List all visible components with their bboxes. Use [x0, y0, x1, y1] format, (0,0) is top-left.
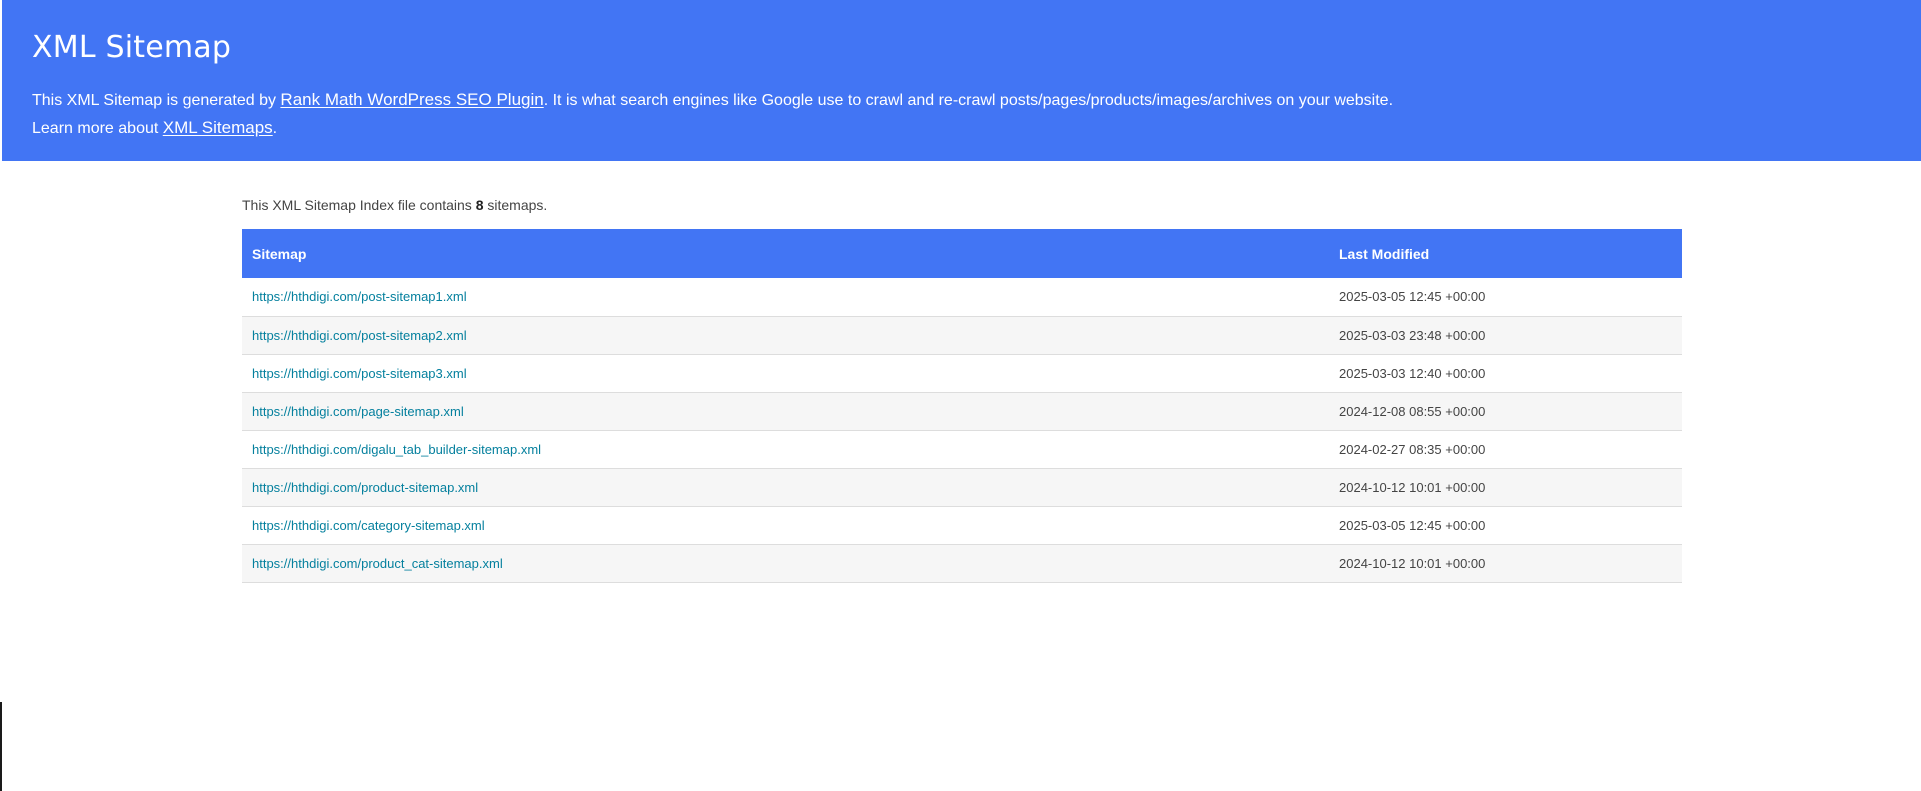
- page-title: XML Sitemap: [32, 30, 232, 65]
- column-header-last-modified: Last Modified: [1339, 245, 1430, 262]
- last-modified-cell: 2025-03-05 12:45 +00:00: [1339, 289, 1486, 305]
- sitemap-table: Sitemap Last Modified https://hthdigi.co…: [242, 229, 1682, 583]
- sitemap-link[interactable]: https://hthdigi.com/post-sitemap2.xml: [252, 328, 467, 343]
- learn-more-suffix: .: [272, 120, 278, 137]
- rank-math-plugin-link[interactable]: Rank Math WordPress SEO Plugin: [280, 90, 543, 109]
- last-modified-cell: 2024-10-12 10:01 +00:00: [1339, 479, 1486, 495]
- header-description: This XML Sitemap is generated by Rank Ma…: [32, 86, 1921, 142]
- last-modified-cell: 2025-03-05 12:45 +00:00: [1339, 517, 1486, 533]
- table-row: https://hthdigi.com/post-sitemap3.xml 20…: [242, 354, 1682, 392]
- sitemap-link[interactable]: https://hthdigi.com/product-sitemap.xml: [252, 480, 478, 495]
- window-edge-mark: [0, 702, 2, 791]
- sitemap-link[interactable]: https://hthdigi.com/page-sitemap.xml: [252, 404, 464, 419]
- description-text-continued: . It is what search engines like Google …: [543, 92, 1394, 109]
- learn-more-text: Learn more about: [32, 120, 163, 137]
- last-modified-cell: 2024-12-08 08:55 +00:00: [1339, 403, 1486, 419]
- sitemap-summary: This XML Sitemap Index file contains 8 s…: [242, 192, 1682, 218]
- sitemap-link[interactable]: https://hthdigi.com/post-sitemap3.xml: [252, 366, 467, 381]
- summary-suffix: sitemaps.: [483, 197, 548, 213]
- table-row: https://hthdigi.com/product-sitemap.xml …: [242, 468, 1682, 506]
- summary-prefix: This XML Sitemap Index file contains: [242, 197, 476, 213]
- table-row: https://hthdigi.com/digalu_tab_builder-s…: [242, 430, 1682, 468]
- table-row: https://hthdigi.com/post-sitemap2.xml 20…: [242, 316, 1682, 354]
- xml-sitemaps-link[interactable]: XML Sitemaps: [163, 118, 273, 137]
- column-header-sitemap: Sitemap: [252, 245, 307, 262]
- table-row: https://hthdigi.com/product_cat-sitemap.…: [242, 544, 1682, 582]
- sitemap-link[interactable]: https://hthdigi.com/digalu_tab_builder-s…: [252, 442, 541, 457]
- table-row: https://hthdigi.com/category-sitemap.xml…: [242, 506, 1682, 544]
- sitemap-link[interactable]: https://hthdigi.com/category-sitemap.xml: [252, 518, 485, 533]
- description-text: This XML Sitemap is generated by: [32, 92, 281, 109]
- sitemap-count: 8: [475, 197, 484, 213]
- last-modified-cell: 2024-10-12 10:01 +00:00: [1339, 555, 1486, 571]
- table-row: https://hthdigi.com/post-sitemap1.xml 20…: [242, 278, 1682, 316]
- last-modified-cell: 2025-03-03 12:40 +00:00: [1339, 365, 1486, 381]
- table-row: https://hthdigi.com/page-sitemap.xml 202…: [242, 392, 1682, 430]
- sitemap-link[interactable]: https://hthdigi.com/product_cat-sitemap.…: [252, 556, 503, 571]
- table-header-row: Sitemap Last Modified: [242, 229, 1682, 278]
- sitemap-link[interactable]: https://hthdigi.com/post-sitemap1.xml: [252, 289, 467, 304]
- last-modified-cell: 2025-03-03 23:48 +00:00: [1339, 327, 1486, 343]
- page-header: XML Sitemap This XML Sitemap is generate…: [2, 0, 1921, 161]
- main-content: This XML Sitemap Index file contains 8 s…: [242, 192, 1682, 583]
- last-modified-cell: 2024-02-27 08:35 +00:00: [1339, 441, 1486, 457]
